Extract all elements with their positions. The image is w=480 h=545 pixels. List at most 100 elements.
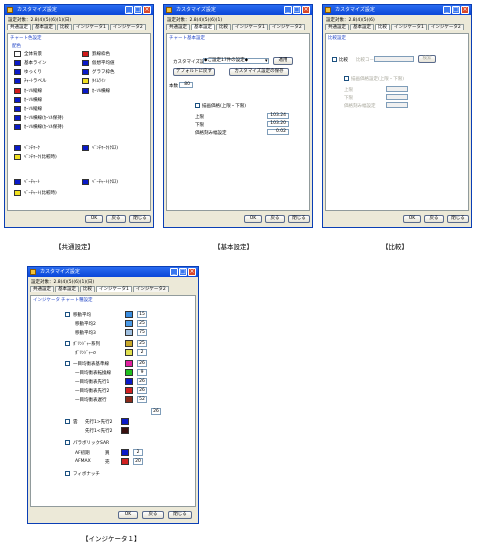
tab-basic[interactable]: 基本設定 [55, 286, 79, 292]
close-button[interactable]: 閉じる [447, 215, 469, 223]
lower-field[interactable] [386, 94, 408, 100]
range-checkbox[interactable] [195, 103, 200, 108]
indicator-checkbox[interactable] [65, 312, 70, 317]
indicator-color[interactable] [125, 378, 133, 385]
color-swatch[interactable] [14, 179, 21, 185]
indicator-period-field[interactable]: 75 [137, 329, 147, 336]
indicator-period-field[interactable]: 9 [137, 369, 147, 376]
compare-link[interactable]: 比較設定 [328, 35, 346, 41]
save-custom-button[interactable]: カスタマイズ設定の保存 [229, 68, 289, 76]
color-swatch[interactable] [14, 51, 21, 57]
af-field[interactable]: 2 [133, 449, 143, 456]
tab-indicator2[interactable]: インジケータ2 [109, 24, 146, 30]
chart-type-link[interactable]: チャート種設定 [61, 297, 92, 303]
apply-button[interactable]: 適用 [273, 57, 293, 65]
tab-common[interactable]: 共通設定 [30, 286, 54, 292]
tab-compare[interactable]: 比較 [216, 24, 231, 30]
maximize-icon[interactable]: □ [134, 6, 142, 14]
indicator-link[interactable]: インジケータ [33, 297, 60, 303]
range-checkbox[interactable] [344, 76, 349, 81]
tab-compare[interactable]: 比較 [57, 24, 72, 30]
ok-button[interactable]: OK [403, 215, 421, 223]
tab-indicator2[interactable]: インジケータ2 [427, 24, 464, 30]
compare-checkbox[interactable] [332, 57, 337, 62]
close-icon[interactable]: × [302, 6, 310, 14]
maximize-icon[interactable]: □ [293, 6, 301, 14]
ok-button[interactable]: OK [118, 511, 138, 519]
color-swatch[interactable] [14, 78, 21, 84]
color-swatch[interactable] [82, 69, 89, 75]
minimize-icon[interactable]: _ [284, 6, 292, 14]
chart-basic-link[interactable]: チャート基本設定 [169, 35, 205, 41]
cancel-button[interactable]: 戻る [424, 215, 444, 223]
tab-indicator1[interactable]: インジケータ1 [73, 24, 109, 30]
close-icon[interactable]: × [143, 6, 151, 14]
tab-common[interactable]: 共通設定 [166, 24, 190, 30]
indicator-color[interactable] [125, 387, 133, 394]
search-button[interactable]: 検索 [418, 55, 436, 63]
color-swatch[interactable] [82, 179, 89, 185]
close-button[interactable]: 閉じる [129, 215, 151, 223]
indicator-checkbox[interactable] [65, 341, 70, 346]
lower-field[interactable]: 103.20 [267, 121, 289, 127]
indicator-period-field[interactable]: 25 [137, 340, 147, 347]
tab-compare[interactable]: 比較 [375, 24, 390, 30]
tab-indicator2[interactable]: インジケータ2 [268, 24, 305, 30]
cloud-up-color[interactable] [121, 418, 129, 425]
parabolic-checkbox[interactable] [65, 440, 70, 445]
color-swatch[interactable] [82, 145, 89, 151]
tab-indicator1[interactable]: インジケータ1 [232, 24, 268, 30]
indicator-color[interactable] [125, 340, 133, 347]
color-swatch[interactable] [82, 60, 89, 66]
close-button[interactable]: 閉じる [288, 215, 310, 223]
upper-field[interactable]: 103.24 [267, 113, 289, 119]
period-field-2[interactable]: 26 [151, 408, 161, 415]
minimize-icon[interactable]: _ [443, 6, 451, 14]
tab-basic[interactable]: 基本設定 [191, 24, 215, 30]
close-icon[interactable]: × [188, 268, 196, 276]
upper-field[interactable] [386, 86, 408, 92]
ok-button[interactable]: OK [244, 215, 262, 223]
color-swatch[interactable] [14, 97, 21, 103]
color-swatch[interactable] [14, 60, 21, 66]
indicator-period-field[interactable]: 26 [137, 360, 147, 367]
indicator-color[interactable] [125, 311, 133, 318]
cloud-down-color[interactable] [121, 427, 129, 434]
indicator-period-field[interactable]: 2 [137, 349, 147, 356]
indicator-color[interactable] [125, 329, 133, 336]
color-swatch[interactable] [82, 78, 89, 84]
color-swatch[interactable] [14, 154, 21, 160]
tick-field[interactable] [386, 102, 408, 108]
cancel-button[interactable]: 戻る [142, 511, 164, 519]
indicator-period-field[interactable]: 25 [137, 320, 147, 327]
tab-indicator2[interactable]: インジケータ2 [132, 286, 169, 292]
indicator-color[interactable] [125, 360, 133, 367]
chevron-down-icon[interactable]: ▾ [265, 58, 268, 64]
color-swatch[interactable] [14, 190, 21, 196]
tab-compare[interactable]: 比較 [80, 286, 95, 292]
indicator-period-field[interactable]: 15 [137, 311, 147, 318]
tab-indicator1[interactable]: インジケータ1 [96, 286, 132, 292]
minimize-icon[interactable]: _ [125, 6, 133, 14]
custom-select[interactable]: ◆ご設定17件の設定◆ [203, 58, 269, 64]
indicator-color[interactable] [125, 320, 133, 327]
indicator-color[interactable] [125, 349, 133, 356]
chart-color-link[interactable]: チャート色設定 [10, 35, 41, 41]
compare-code-field[interactable] [374, 56, 414, 62]
afmax-field[interactable]: 20 [133, 458, 143, 465]
tab-common[interactable]: 共通設定 [7, 24, 31, 30]
color-swatch[interactable] [82, 88, 89, 94]
af-buy-color[interactable] [121, 449, 129, 456]
indicator-period-field[interactable]: 26 [137, 378, 147, 385]
color-swatch[interactable] [14, 124, 21, 130]
color-swatch[interactable] [14, 88, 21, 94]
indicator-period-field[interactable]: 26 [137, 387, 147, 394]
color-swatch[interactable] [14, 106, 21, 112]
cancel-button[interactable]: 戻る [265, 215, 285, 223]
tab-common[interactable]: 共通設定 [325, 24, 349, 30]
cloud-checkbox[interactable] [65, 419, 70, 424]
tab-basic[interactable]: 基本設定 [32, 24, 56, 30]
color-swatch[interactable] [14, 69, 21, 75]
indicator-period-field[interactable]: 52 [137, 396, 147, 403]
color-swatch[interactable] [14, 145, 21, 151]
